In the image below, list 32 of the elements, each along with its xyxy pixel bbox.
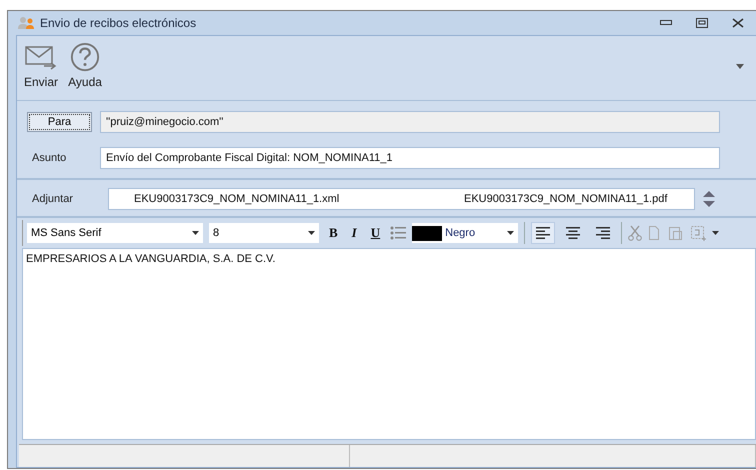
to-field[interactable]: ''pruiz@minegocio.com'' <box>100 111 720 133</box>
attachment-file[interactable]: EKU9003173C9_NOM_NOMINA11_1.pdf <box>364 193 694 205</box>
minimize-icon <box>660 20 672 26</box>
dropdown-caret-icon[interactable] <box>736 64 744 69</box>
help-button[interactable]: Ayuda <box>63 38 108 96</box>
caret-icon <box>507 231 514 235</box>
align-left-icon <box>536 227 550 239</box>
align-center-icon <box>566 227 580 239</box>
caret-icon <box>308 231 315 235</box>
subject-field[interactable]: Envío del Comprobante Fiscal Digital: NOM_NOMINA11_1 <box>100 147 720 169</box>
attachment-file[interactable]: EKU9003173C9_NOM_NOMINA11_1.xml <box>134 193 364 205</box>
bold-button[interactable]: B <box>325 225 342 241</box>
bullet-list-icon[interactable] <box>390 226 406 240</box>
subject-label: Asunto <box>31 152 68 164</box>
restore-icon <box>696 18 708 28</box>
align-right-icon <box>596 227 610 239</box>
align-left-button[interactable] <box>531 222 556 244</box>
to-button[interactable]: Para <box>27 112 92 132</box>
attach-label: Adjuntar <box>31 193 74 205</box>
people-icon <box>18 16 36 30</box>
caret-icon <box>192 231 199 235</box>
color-dropdown[interactable]: Negro <box>412 223 518 243</box>
font-dropdown[interactable]: MS Sans Serif <box>27 223 203 243</box>
italic-button[interactable]: I <box>348 225 361 241</box>
window-title: Envio de recibos electrónicos <box>40 16 196 30</box>
close-icon <box>732 18 744 28</box>
message-editor[interactable]: EMPRESARIOS A LA VANGUARDIA, S.A. DE C.V. <box>22 248 756 440</box>
font-size-dropdown[interactable]: 8 <box>209 223 319 243</box>
send-button[interactable]: Enviar <box>19 38 64 96</box>
dropdown-caret-icon[interactable] <box>712 231 720 235</box>
message-text: EMPRESARIOS A LA VANGUARDIA, S.A. DE C.V. <box>26 253 276 265</box>
underline-button[interactable]: U <box>366 225 384 241</box>
